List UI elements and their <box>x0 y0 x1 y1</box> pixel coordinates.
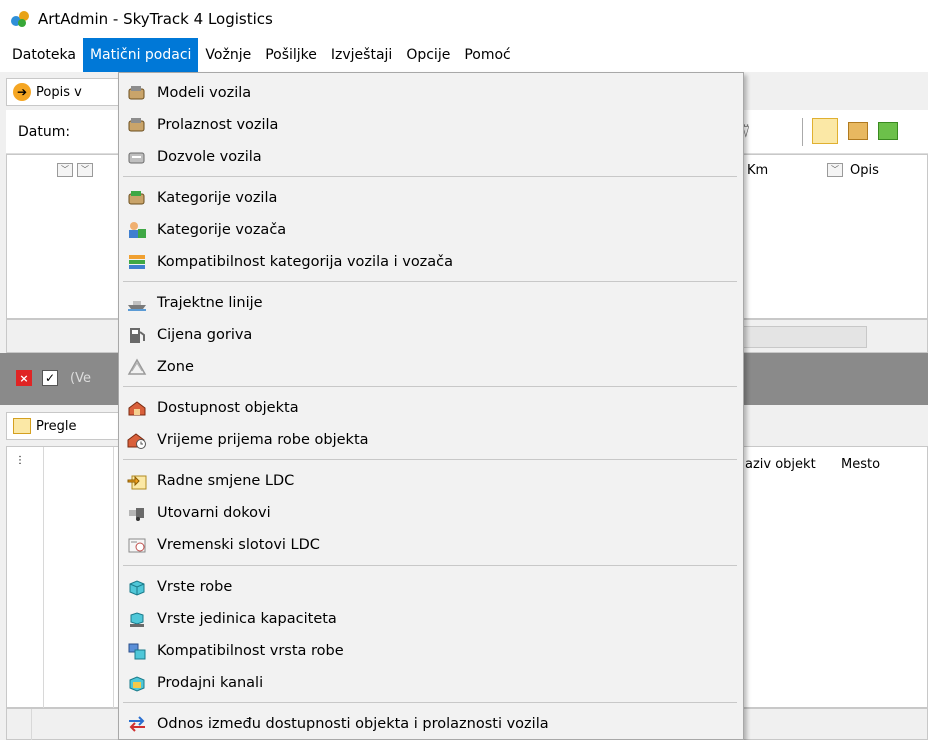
menu-item-utovarni-dokovi[interactable]: Utovarni dokovi <box>119 497 743 529</box>
menu-datoteka[interactable]: Datoteka <box>5 38 83 72</box>
menu-item-dozvole-vozila[interactable]: Dozvole vozila <box>119 141 743 173</box>
menu-item-label: Vrste robe <box>157 579 233 595</box>
menu-item-label: Prodajni kanali <box>157 675 264 691</box>
tab-pregled-label: Pregle <box>36 418 77 434</box>
menu-izvjestaji[interactable]: Izvještaji <box>324 38 399 72</box>
menu-item-vrste-robe[interactable]: Vrste robe <box>119 571 743 603</box>
driver-category-icon <box>127 220 147 240</box>
time-slot-icon <box>127 535 147 555</box>
menu-voznje[interactable]: Vožnje <box>198 38 258 72</box>
menu-item-label: Modeli vozila <box>157 85 252 101</box>
menu-item-radne-smjene[interactable]: Radne smjene LDC <box>119 465 743 497</box>
menu-item-kategorije-vozila[interactable]: Kategorije vozila <box>119 182 743 214</box>
menu-item-label: Utovarni dokovi <box>157 505 271 521</box>
work-shift-icon <box>127 471 147 491</box>
clear-filter-icon[interactable]: × <box>16 370 32 386</box>
vehicle-permit-icon <box>127 147 147 167</box>
arrow-right-icon: ➔ <box>13 83 31 101</box>
menu-pomoc[interactable]: Pomoć <box>457 38 517 72</box>
app-logo-icon <box>10 9 30 29</box>
menu-item-label: Kompatibilnost vrsta robe <box>157 643 344 659</box>
menu-item-label: Kompatibilnost kategorija vozila i vozač… <box>157 254 454 270</box>
column-filter-icon[interactable]: ﹀ <box>57 163 73 177</box>
menu-separator <box>123 281 737 282</box>
title-bar: ArtAdmin - SkyTrack 4 Logistics <box>0 0 928 38</box>
menu-item-vrijeme-prijema[interactable]: Vrijeme prijema robe objekta <box>119 424 743 456</box>
shift-toolbar-icon[interactable] <box>812 118 838 144</box>
menu-item-label: Odnos između dostupnosti objekta i prola… <box>157 716 549 732</box>
menu-item-label: Radne smjene LDC <box>157 473 295 489</box>
menu-item-label: Dozvole vozila <box>157 149 262 165</box>
filter-text: (Ve <box>70 371 91 386</box>
menu-item-modeli-vozila[interactable]: Modeli vozila <box>119 77 743 109</box>
menu-item-vrste-jedinica[interactable]: Vrste jedinica kapaciteta <box>119 603 743 635</box>
vehicle-model-icon <box>127 83 147 103</box>
facility-receive-time-icon <box>127 430 147 450</box>
grid-column-line <box>43 447 44 709</box>
menu-item-label: Dostupnost objekta <box>157 400 299 416</box>
menu-item-label: Vremenski slotovi LDC <box>157 537 320 553</box>
capacity-unit-icon <box>127 609 147 629</box>
loading-dock-icon <box>127 503 147 523</box>
menu-item-vremenski-slotovi[interactable]: Vremenski slotovi LDC <box>119 529 743 561</box>
facility-availability-icon <box>127 398 147 418</box>
vehicle-pass-icon <box>127 115 147 135</box>
menu-item-label: Trajektne linije <box>157 295 263 311</box>
arrow-toolbar-icon[interactable] <box>878 122 898 140</box>
menu-item-zone[interactable]: Zone <box>119 351 743 383</box>
shift-icon <box>13 418 31 434</box>
menu-item-label: Vrste jedinica kapaciteta <box>157 611 337 627</box>
summary-cell <box>737 326 867 348</box>
date-label: Datum: <box>18 123 71 140</box>
tab-popis-label: Popis v <box>36 84 82 100</box>
menu-item-trajektne-linije[interactable]: Trajektne linije <box>119 287 743 319</box>
menu-item-kategorije-vozaca[interactable]: Kategorije vozača <box>119 214 743 246</box>
menu-posiljke[interactable]: Pošiljke <box>258 38 324 72</box>
menu-item-label: Kategorije vozača <box>157 222 287 238</box>
fuel-pump-icon <box>127 325 147 345</box>
maticni-podaci-menu: Modeli vozila Prolaznost vozila Dozvole … <box>118 72 744 740</box>
goods-type-icon <box>127 577 147 597</box>
menu-opcije[interactable]: Opcije <box>399 38 457 72</box>
grid-column-line <box>113 447 114 709</box>
menu-item-kompatibilnost-kategorija[interactable]: Kompatibilnost kategorija vozila i vozač… <box>119 246 743 278</box>
menu-item-prolaznost-vozila[interactable]: Prolaznost vozila <box>119 109 743 141</box>
column-chooser-icon[interactable]: ⋮ <box>15 455 25 466</box>
menu-item-dostupnost-objekta[interactable]: Dostupnost objekta <box>119 392 743 424</box>
menu-item-kompatibilnost-vrsta[interactable]: Kompatibilnost vrsta robe <box>119 635 743 667</box>
vehicle-category-icon <box>127 188 147 208</box>
menu-item-label: Cijena goriva <box>157 327 253 343</box>
menu-item-label: Vrijeme prijema robe objekta <box>157 432 369 448</box>
column-header-km[interactable]: Km <box>747 163 768 178</box>
menu-item-cijena-goriva[interactable]: Cijena goriva <box>119 319 743 351</box>
zones-icon <box>127 357 147 377</box>
column-header-opis[interactable]: Opis <box>850 163 879 178</box>
menu-item-odnos[interactable]: Odnos između dostupnosti objekta i prola… <box>119 708 743 740</box>
ferry-icon <box>127 293 147 313</box>
goods-compatibility-icon <box>127 641 147 661</box>
menu-item-prodajni-kanali[interactable]: Prodajni kanali <box>119 667 743 699</box>
menu-separator <box>123 386 737 387</box>
sales-channel-icon <box>127 673 147 693</box>
column-header-naziv-objekt[interactable]: aziv objekt <box>745 457 816 472</box>
menu-maticni-podaci[interactable]: Matični podaci <box>82 38 199 72</box>
filter-checkbox[interactable]: ✓ <box>42 370 58 386</box>
menu-item-label: Kategorije vozila <box>157 190 278 206</box>
column-filter-icon[interactable]: ﹀ <box>77 163 93 177</box>
goods-toolbar-icon[interactable] <box>848 122 868 140</box>
column-filter-icon[interactable]: ﹀ <box>827 163 843 177</box>
toolbar-separator <box>802 118 803 146</box>
compatibility-list-icon <box>127 252 147 272</box>
menu-item-label: Prolaznost vozila <box>157 117 279 133</box>
menu-separator <box>123 565 737 566</box>
relation-arrows-icon <box>127 714 147 734</box>
menu-separator <box>123 702 737 703</box>
column-header-mesto[interactable]: Mesto <box>841 457 880 472</box>
menu-separator <box>123 176 737 177</box>
grid-column-line <box>31 709 32 740</box>
menu-bar: Datoteka Matični podaci Vožnje Pošiljke … <box>0 38 928 72</box>
menu-separator <box>123 459 737 460</box>
menu-item-label: Zone <box>157 359 194 375</box>
window-title: ArtAdmin - SkyTrack 4 Logistics <box>38 10 273 28</box>
